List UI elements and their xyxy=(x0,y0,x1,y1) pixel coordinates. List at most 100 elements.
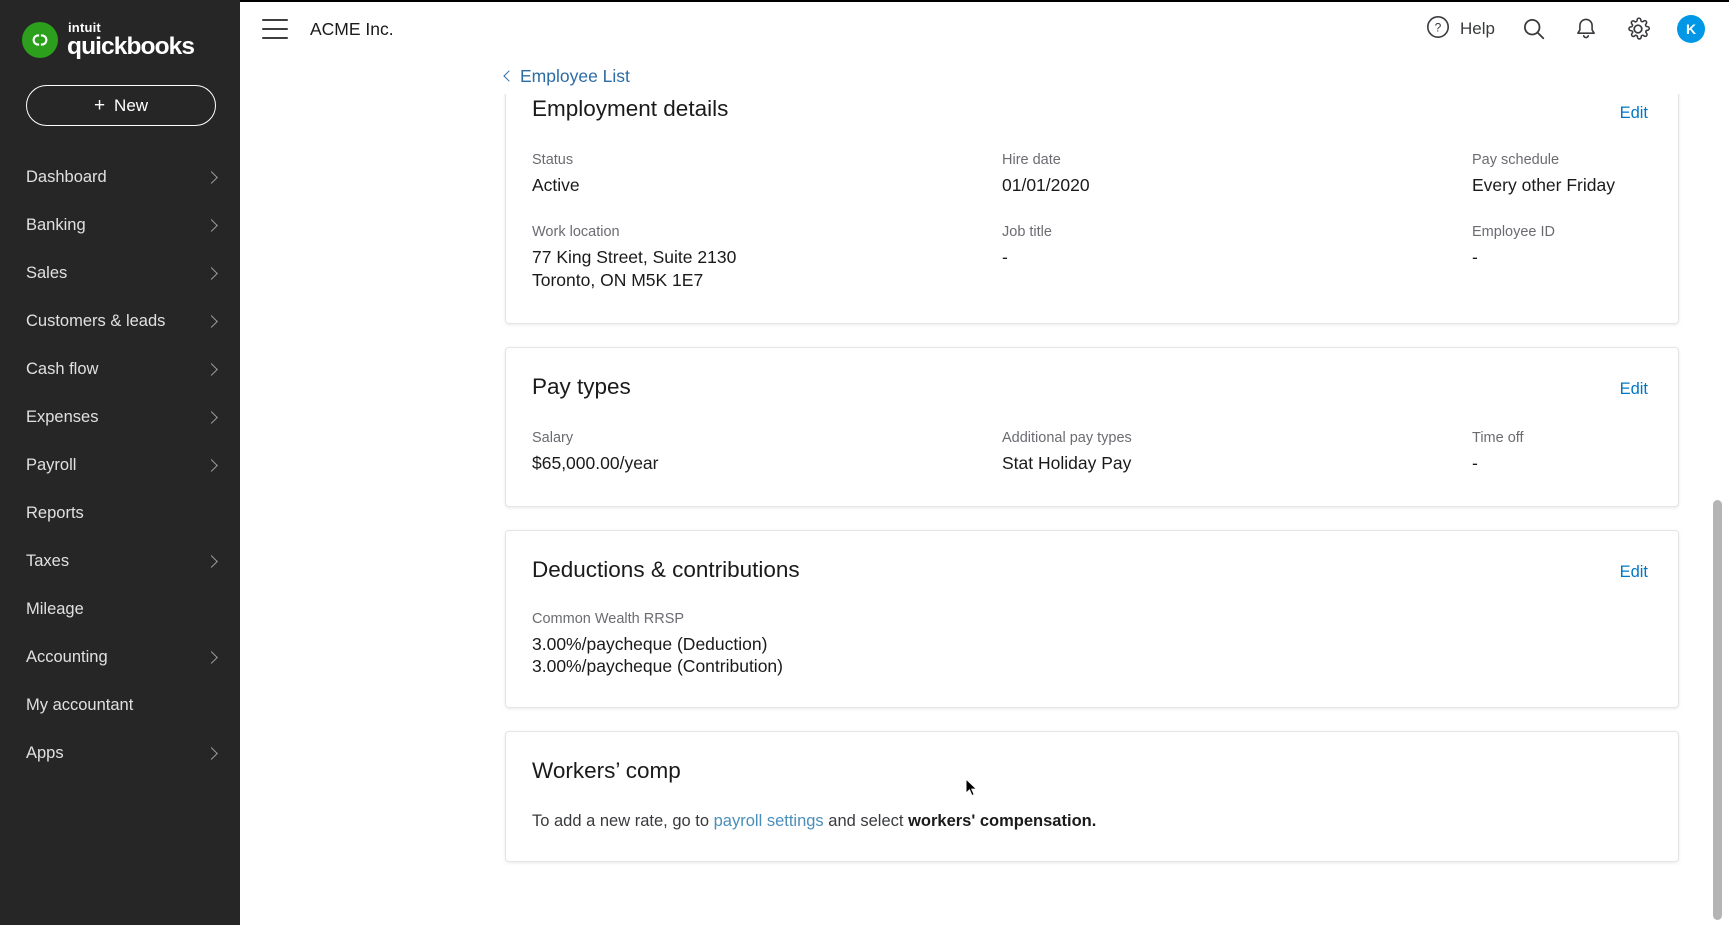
plus-icon: + xyxy=(93,95,106,116)
field-label: Hire date xyxy=(1002,152,1061,168)
quickbooks-wordmark: quickbooks xyxy=(67,32,195,60)
workers-comp-text-before: To add a new rate, go to xyxy=(532,812,714,831)
chevron-right-icon xyxy=(205,170,218,184)
field-value: - xyxy=(1472,452,1478,473)
field-salary: Salary $65,000.00/year xyxy=(532,430,1002,476)
quickbooks-app: intuit quickbooks + New Dashboard Banking… xyxy=(0,0,1729,939)
sidebar-item-banking[interactable]: Banking xyxy=(0,201,240,249)
field-label: Status xyxy=(532,152,574,168)
chevron-right-icon xyxy=(205,218,218,232)
new-button-label: New xyxy=(114,95,149,115)
bell-icon[interactable] xyxy=(1573,16,1599,42)
field-employee-id: Employee ID - xyxy=(1472,224,1648,293)
field-label: Employee ID xyxy=(1472,223,1556,240)
help-button[interactable]: ? Help xyxy=(1425,14,1495,45)
breadcrumb-bar: Employee List xyxy=(240,58,1729,94)
chevron-right-icon xyxy=(205,314,218,328)
field-value: 01/01/2020 xyxy=(1002,175,1090,195)
field-value: Active xyxy=(532,175,580,195)
field-value: 77 King Street, Suite 2130 Toronto, ON M… xyxy=(532,246,737,291)
breadcrumb-employee-list[interactable]: Employee List xyxy=(503,65,630,87)
sidebar: intuit quickbooks + New Dashboard Banking… xyxy=(0,0,240,925)
employment-details-title: Employment details xyxy=(532,96,729,121)
avatar[interactable]: K xyxy=(1677,15,1705,43)
field-work-location: Work location 77 King Street, Suite 2130… xyxy=(532,224,1002,293)
sidebar-item-label: Cash flow xyxy=(26,359,99,378)
deductions-title: Deductions & contributions xyxy=(532,556,800,582)
sidebar-item-label: Taxes xyxy=(26,551,70,570)
card-employment-details: Employment details Edit Status Active Hi… xyxy=(505,94,1679,324)
brand-logo[interactable]: intuit quickbooks xyxy=(0,0,240,62)
field-status: Status Active xyxy=(532,152,1002,198)
sidebar-item-cash-flow[interactable]: Cash flow xyxy=(0,345,240,393)
field-time-off: Time off - xyxy=(1472,430,1648,476)
sidebar-item-expenses[interactable]: Expenses xyxy=(0,393,240,441)
top-bar-actions: ? Help K xyxy=(1425,14,1705,45)
card-pay-types: Pay types Edit Salary $65,000.00/year Ad… xyxy=(505,346,1679,507)
field-additional-pay-types: Additional pay types Stat Holiday Pay xyxy=(1002,430,1472,476)
sidebar-item-label: Mileage xyxy=(26,599,84,618)
sidebar-item-apps[interactable]: Apps xyxy=(0,729,240,777)
sidebar-item-label: Apps xyxy=(26,743,64,762)
cards-container: Employment details Edit Status Active Hi… xyxy=(240,94,1729,863)
sidebar-item-label: Customers & leads xyxy=(26,311,166,330)
sidebar-item-dashboard[interactable]: Dashboard xyxy=(0,153,240,201)
content-scroll-area: Employment details Edit Status Active Hi… xyxy=(240,94,1729,939)
sidebar-item-reports[interactable]: Reports xyxy=(0,489,240,537)
sidebar-item-label: Expenses xyxy=(26,407,99,426)
field-pay-schedule: Pay schedule Every other Friday xyxy=(1472,152,1648,198)
sidebar-item-customers-leads[interactable]: Customers & leads xyxy=(0,297,240,345)
chevron-right-icon xyxy=(205,458,218,472)
chevron-right-icon xyxy=(205,410,218,424)
payroll-settings-link[interactable]: payroll settings xyxy=(714,812,824,830)
pay-types-fields: Salary $65,000.00/year Additional pay ty… xyxy=(532,430,1648,476)
vertical-scrollbar-track[interactable] xyxy=(1711,58,1722,939)
sidebar-item-payroll[interactable]: Payroll xyxy=(0,441,240,489)
chevron-right-icon xyxy=(205,554,218,568)
field-value: - xyxy=(1472,246,1478,267)
employment-details-edit-link[interactable]: Edit xyxy=(1620,104,1648,123)
contribution-line: 3.00%/paycheque (Contribution) xyxy=(532,655,783,676)
quickbooks-qb-logo-icon xyxy=(22,22,58,58)
company-name: ACME Inc. xyxy=(310,18,394,39)
search-icon[interactable] xyxy=(1521,16,1547,42)
pay-types-edit-link[interactable]: Edit xyxy=(1620,380,1648,399)
top-bar: ACME Inc. ? Help K xyxy=(240,0,1729,58)
sidebar-item-my-accountant[interactable]: My accountant xyxy=(0,681,240,729)
pay-types-title: Pay types xyxy=(532,373,631,399)
workers-comp-bold-text: workers' compensation. xyxy=(908,812,1097,831)
field-label: Time off xyxy=(1472,429,1524,446)
gear-icon[interactable] xyxy=(1625,16,1651,42)
breadcrumb-label: Employee List xyxy=(520,65,630,86)
main-area: ACME Inc. ? Help K Employee List Employm… xyxy=(240,0,1729,939)
field-label: Salary xyxy=(532,429,574,446)
svg-text:?: ? xyxy=(1435,20,1442,34)
sidebar-item-sales[interactable]: Sales xyxy=(0,249,240,297)
chevron-right-icon xyxy=(205,266,218,280)
vertical-scrollbar-thumb[interactable] xyxy=(1713,500,1722,920)
deduction-line: 3.00%/paycheque (Deduction) xyxy=(532,633,768,654)
sidebar-item-label: Sales xyxy=(26,263,68,282)
new-button[interactable]: + New xyxy=(26,85,216,126)
field-value: $65,000.00/year xyxy=(532,452,659,473)
sidebar-item-accounting[interactable]: Accounting xyxy=(0,633,240,681)
chevron-right-icon xyxy=(205,746,218,760)
employment-details-fields: Status Active Hire date 01/01/2020 Pay s… xyxy=(532,152,1648,293)
field-label: Additional pay types xyxy=(1002,429,1132,446)
sidebar-item-label: Payroll xyxy=(26,455,77,474)
question-mark-circle-icon: ? xyxy=(1425,14,1451,45)
sidebar-nav: Dashboard Banking Sales Customers & leads Ca… xyxy=(0,153,240,777)
sidebar-item-mileage[interactable]: Mileage xyxy=(0,585,240,633)
workers-comp-text-middle: and select xyxy=(823,812,909,831)
sidebar-item-taxes[interactable]: Taxes xyxy=(0,537,240,585)
card-deductions-contributions: Deductions & contributions Edit Common W… xyxy=(505,529,1679,709)
sidebar-item-label: Dashboard xyxy=(26,167,107,186)
hamburger-menu-icon[interactable] xyxy=(262,19,288,39)
workers-comp-instructions: To add a new rate, go to payroll setting… xyxy=(532,812,1648,831)
sidebar-item-label: Reports xyxy=(26,503,84,522)
field-value: Every other Friday xyxy=(1472,175,1615,195)
deductions-edit-link[interactable]: Edit xyxy=(1620,563,1648,582)
field-value: Stat Holiday Pay xyxy=(1002,452,1132,473)
sidebar-item-label: Accounting xyxy=(26,647,108,666)
workers-comp-title: Workers’ comp xyxy=(532,758,681,784)
